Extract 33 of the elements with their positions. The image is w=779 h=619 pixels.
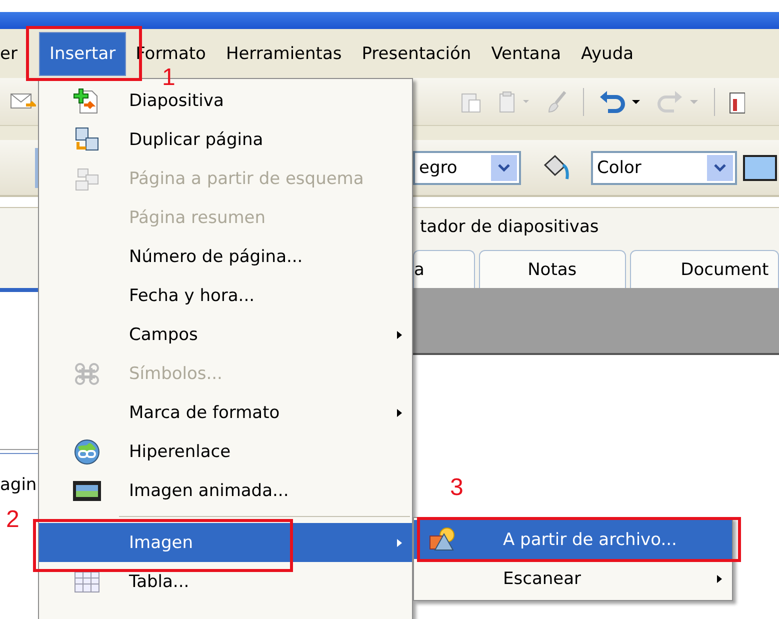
menu-item[interactable]: Número de página... [39,237,412,276]
menu-item[interactable]: Ayuda [571,42,644,66]
menu-item[interactable]: Imagen [39,523,412,562]
menu-item[interactable]: Tabla... [39,562,412,601]
chevron-down-icon [714,164,726,172]
step-number: 1 [162,66,176,90]
menu-item[interactable]: Escanear [414,559,732,598]
undo-icon[interactable] [598,88,642,114]
menu-item[interactable]: Hiperenlace [39,432,412,471]
menu-item[interactable]: A partir de archivo... [414,520,732,559]
view-tab[interactable]: Notas [478,250,626,288]
step-number: 3 [450,476,464,500]
shapes-icon [427,526,457,554]
menu-item[interactable]: Herramientas [216,42,352,66]
menu-item[interactable]: Ventana [481,42,572,66]
view-tab[interactable]: a [413,250,475,288]
menu-item[interactable]: Marca de formato [39,393,412,432]
area-style-combo[interactable]: Color [591,150,737,184]
step-number: 2 [6,508,20,532]
view-tab[interactable]: Document [630,250,779,288]
menu-item[interactable]: Insertar [39,32,126,76]
globe-link-icon [72,438,102,466]
color-swatch[interactable] [743,154,777,180]
menu-item[interactable]: Presentación [352,42,482,66]
menu-item[interactable]: Campos [39,315,412,354]
menu-item[interactable]: Imagen animada... [39,471,412,510]
menu-item[interactable]: er [0,42,28,66]
chevron-down-icon [498,164,510,172]
menu-item[interactable]: Fecha y hora... [39,276,412,315]
font-color-combo[interactable]: egro [413,150,521,184]
panel-title: tador de diapositivas [420,217,599,237]
pane-text: agin [0,475,38,495]
menu-item[interactable]: Duplicar página [39,120,412,159]
